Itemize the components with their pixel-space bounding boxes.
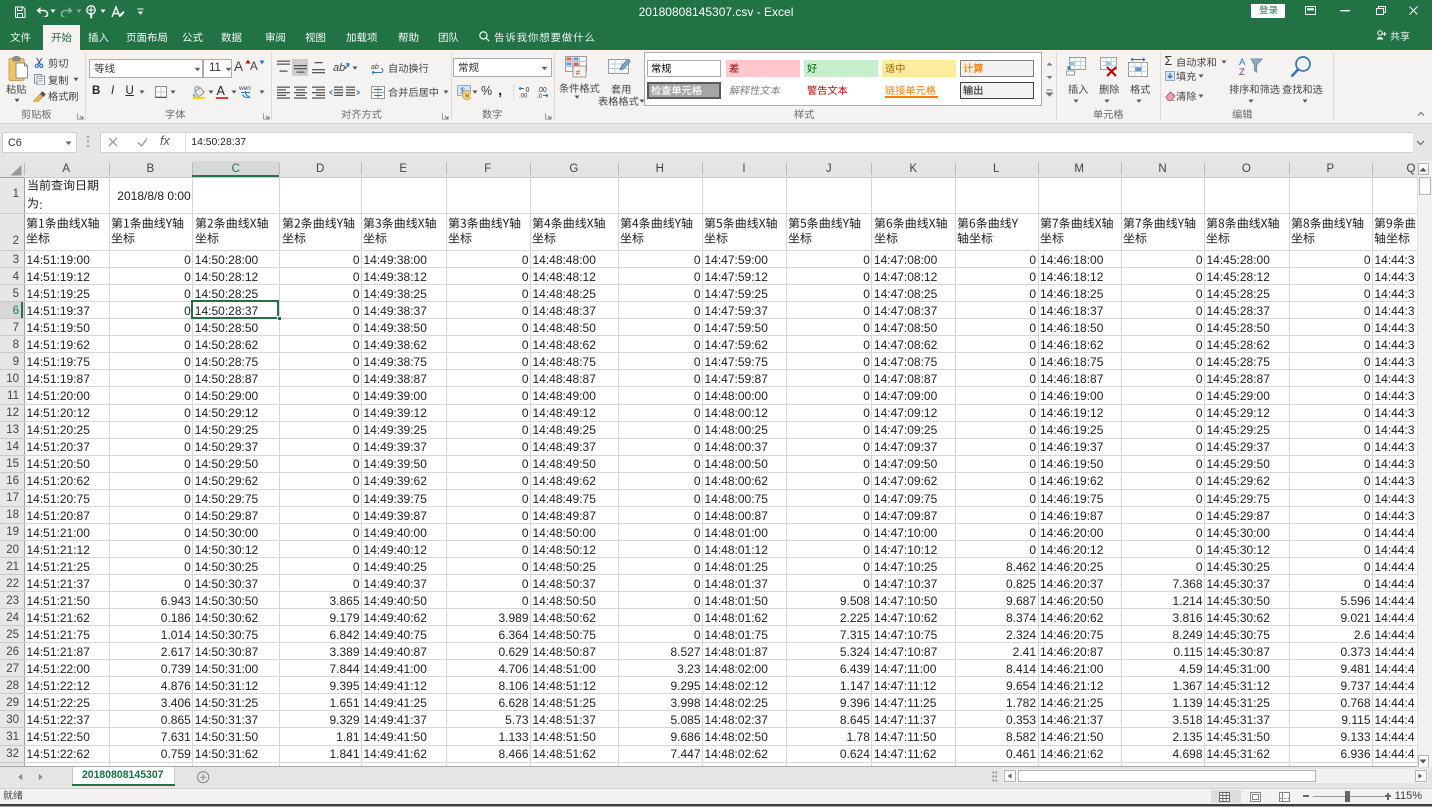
svg-text:≠: ≠: [576, 67, 581, 77]
svg-text:Z: Z: [1239, 67, 1245, 77]
svg-text:ab: ab: [333, 62, 345, 74]
svg-text:ab: ab: [371, 64, 379, 71]
svg-text:.0: .0: [537, 94, 543, 98]
svg-text:wen: wen: [239, 85, 251, 92]
svg-text:.00: .00: [519, 94, 528, 99]
